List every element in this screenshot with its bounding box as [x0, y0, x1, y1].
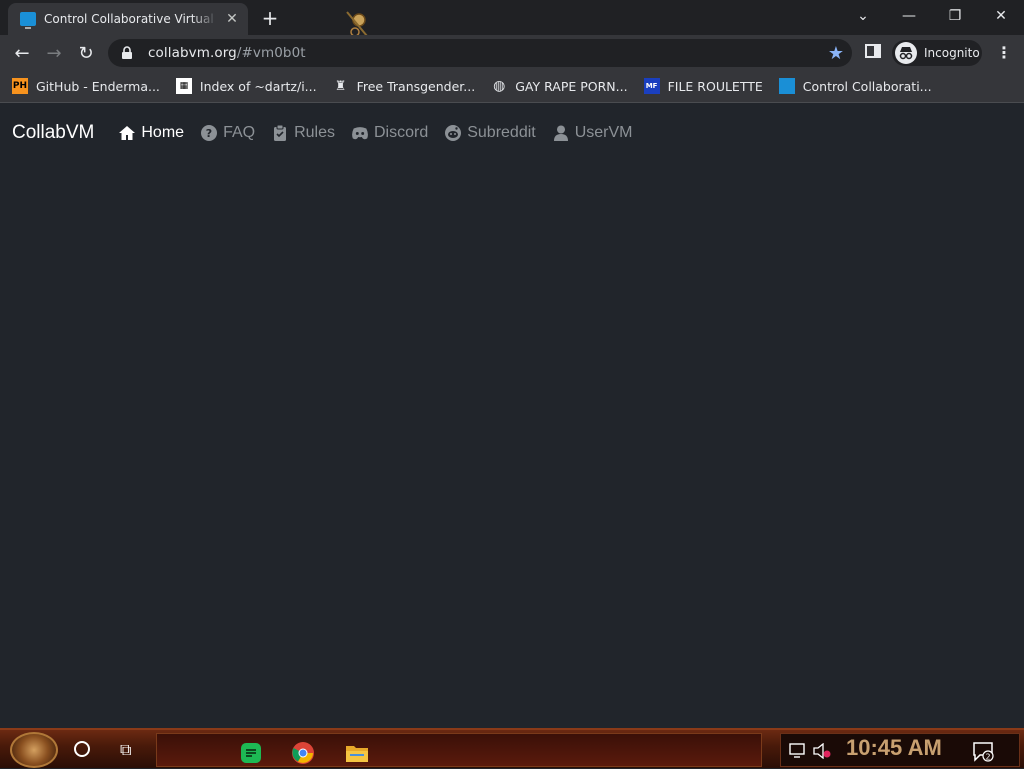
bookmark-item[interactable]: MF FILE ROULETTE — [643, 78, 763, 94]
close-window-button[interactable]: ✕ — [978, 0, 1024, 32]
nav-uservm[interactable]: UserVM — [552, 124, 633, 142]
tab-title: Control Collaborative Virtual Machines — [44, 12, 218, 26]
incognito-profile-button[interactable]: Incognito — [892, 40, 982, 66]
home-icon — [119, 126, 136, 140]
incognito-icon — [895, 42, 917, 64]
back-button[interactable]: ← — [8, 39, 36, 67]
forward-button[interactable]: → — [40, 39, 68, 67]
svg-text:?: ? — [206, 127, 212, 140]
robot-icon: ♜ — [334, 78, 347, 94]
start-button[interactable] — [10, 732, 58, 768]
restore-button[interactable]: ❐ — [932, 0, 978, 32]
tab-strip: Control Collaborative Virtual Machines ✕… — [0, 0, 1024, 37]
bookmark-star-icon[interactable]: ★ — [828, 43, 844, 64]
volume-muted-icon[interactable] — [813, 743, 831, 759]
clipboard-icon — [274, 124, 287, 141]
question-icon: ? — [201, 125, 218, 141]
notifications-icon[interactable]: 2 — [973, 742, 995, 762]
task-view-icon[interactable]: ⧉ — [120, 740, 140, 759]
file-explorer-icon[interactable] — [335, 737, 379, 769]
mft-icon: MF — [643, 78, 660, 94]
notification-count: 2 — [985, 753, 990, 762]
nav-faq[interactable]: ? FAQ — [200, 124, 255, 142]
search-circle-icon[interactable] — [74, 741, 90, 757]
discord-icon — [352, 127, 368, 140]
bookmark-item[interactable]: ◍ GAY RAPE PORN... — [491, 78, 627, 94]
bookmark-item[interactable]: PH GitHub - Enderma... — [12, 78, 160, 94]
monitor-icon — [20, 12, 36, 29]
tab-search-icon[interactable]: ⌄ — [840, 0, 886, 32]
cursor-icon — [346, 11, 368, 37]
user-icon — [553, 125, 568, 141]
side-panel-icon[interactable] — [865, 44, 881, 58]
monitor-icon — [778, 78, 795, 94]
address-bar[interactable]: collabvm.org/#vm0b0t ★ — [108, 39, 852, 67]
globe-icon: ◍ — [493, 78, 506, 94]
bookmark-item[interactable]: Control Collaborati... — [778, 78, 932, 94]
notes-app-icon[interactable] — [229, 737, 273, 769]
ph-icon: PH — [12, 78, 28, 94]
bookmark-item[interactable]: ▦ Index of ~dartz/i... — [175, 78, 317, 94]
nav-subreddit[interactable]: Subreddit — [444, 124, 536, 142]
chrome-app-icon[interactable] — [281, 737, 325, 769]
bookmarks-bar: PH GitHub - Enderma... ▦ Index of ~dartz… — [0, 70, 1024, 103]
site-navbar: CollabVM Home ? FAQ Rules Discord Subred… — [0, 104, 1024, 162]
bookmark-item[interactable]: ♜ Free Transgender... — [333, 78, 475, 94]
qr-icon: ▦ — [175, 78, 192, 94]
profile-label: Incognito — [924, 46, 980, 60]
lock-icon — [122, 46, 132, 59]
url-text: collabvm.org/#vm0b0t — [148, 45, 306, 61]
network-icon[interactable] — [789, 743, 807, 759]
close-tab-icon[interactable]: ✕ — [224, 11, 240, 27]
reload-button[interactable]: ↻ — [72, 39, 100, 67]
taskbar-clock[interactable]: 10:45 AM — [846, 735, 942, 761]
browser-tab[interactable]: Control Collaborative Virtual Machines ✕ — [8, 3, 248, 35]
minimize-button[interactable]: — — [886, 0, 932, 32]
menu-icon[interactable]: ⋮ — [996, 42, 1012, 64]
nav-discord[interactable]: Discord — [351, 124, 428, 142]
nav-rules[interactable]: Rules — [271, 124, 335, 142]
browser-toolbar: ← → ↻ collabvm.org/#vm0b0t ★ Incognito ⋮ — [0, 35, 1024, 70]
os-taskbar: ⧉ 2 10:45 AM — [0, 728, 1024, 768]
taskbar-apps-panel — [156, 733, 762, 767]
reddit-icon — [445, 125, 462, 141]
site-brand[interactable]: CollabVM — [12, 122, 94, 144]
new-tab-button[interactable]: + — [258, 6, 282, 30]
nav-home[interactable]: Home — [118, 124, 184, 142]
